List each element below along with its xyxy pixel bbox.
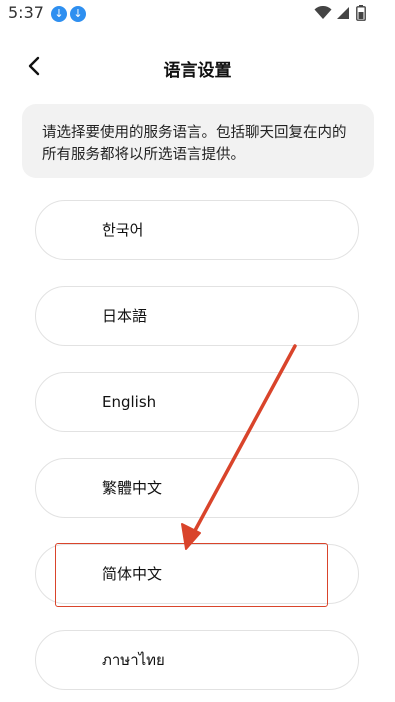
annotation-arrow-icon [181, 344, 297, 550]
